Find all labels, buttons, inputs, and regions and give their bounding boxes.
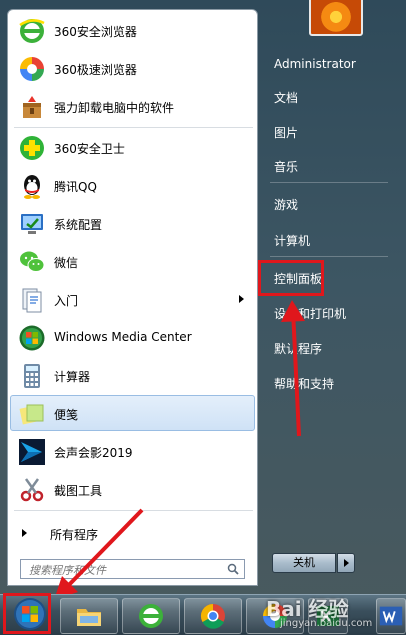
all-programs-label: 所有程序 (50, 528, 99, 542)
right-item-label: 默认程序 (274, 342, 323, 356)
menu-item-getting-started[interactable]: 入门 (10, 281, 255, 317)
menu-item-wechat[interactable]: 微信 (10, 243, 255, 279)
right-item-label: 图片 (274, 126, 299, 140)
menu-item-360-speed-browser[interactable]: 360极速浏览器 (10, 50, 255, 86)
submenu-arrow-icon[interactable] (239, 295, 244, 303)
expand-arrow-icon (22, 529, 27, 537)
search-icon (227, 563, 239, 575)
right-item-label: 音乐 (274, 160, 299, 174)
menu-item-label: 360极速浏览器 (54, 63, 137, 77)
menu-separator (14, 127, 253, 128)
file-explorer-icon (77, 609, 101, 626)
all-programs-button[interactable]: 所有程序 (10, 520, 255, 546)
watermark: Bai 经验 jingyan.baidu.com (266, 593, 372, 629)
menu-item-label: 入门 (54, 294, 79, 308)
right-item-devices-printers[interactable]: 设备和打印机 (262, 298, 392, 326)
right-item-pictures[interactable]: 图片 (262, 117, 392, 145)
right-item-label: 文档 (274, 91, 299, 105)
taskbar-file-explorer[interactable] (60, 598, 118, 634)
wechat-icon (17, 247, 47, 277)
right-item-music[interactable]: 音乐 (262, 151, 392, 179)
right-item-documents[interactable]: 文档 (262, 82, 392, 110)
chevron-right-icon (344, 559, 349, 567)
menu-item-label: 强力卸载电脑中的软件 (54, 101, 175, 115)
menu-item-label: 便笺 (54, 408, 79, 422)
menu-item-media-center[interactable]: Windows Media Center (10, 319, 255, 355)
menu-item-system-config[interactable]: 系统配置 (10, 205, 255, 241)
menu-item-snipping-tool[interactable]: 截图工具 (10, 471, 255, 507)
right-separator (270, 256, 388, 257)
shutdown-button[interactable]: 关机 (272, 553, 336, 573)
taskbar-chrome[interactable] (184, 598, 242, 634)
menu-item-label: 360安全浏览器 (54, 25, 137, 39)
user-name: Administrator (274, 57, 356, 71)
media-center-icon (17, 323, 47, 353)
snipping-tool-icon (17, 475, 47, 505)
right-item-default-programs[interactable]: 默认程序 (262, 333, 392, 361)
right-item-label: 计算机 (274, 234, 311, 248)
menu-item-video-editor[interactable]: 会声会影2019 (10, 433, 255, 469)
360-speed-browser-icon (17, 54, 47, 84)
user-name-link[interactable]: Administrator (262, 50, 392, 78)
menu-item-label: 会声会影2019 (54, 446, 133, 460)
annotation-highlight-box (258, 260, 324, 296)
right-item-games[interactable]: 游戏 (262, 189, 392, 217)
menu-item-label: 腾讯QQ (54, 180, 97, 194)
360-guard-icon (17, 133, 47, 163)
menu-item-360-guard[interactable]: 360安全卫士 (10, 129, 255, 165)
user-avatar[interactable] (309, 0, 363, 36)
shutdown-options-button[interactable] (337, 553, 355, 573)
menu-item-label: 计算器 (54, 370, 91, 384)
menu-item-qq[interactable]: 腾讯QQ (10, 167, 255, 203)
right-separator (270, 182, 388, 183)
menu-item-label: 微信 (54, 256, 79, 270)
qq-icon (17, 171, 47, 201)
360-browser-icon (139, 604, 163, 628)
menu-separator (14, 510, 253, 511)
menu-item-uninstaller[interactable]: 强力卸载电脑中的软件 (10, 88, 255, 124)
uninstaller-icon (17, 92, 47, 122)
right-item-label: 游戏 (274, 198, 299, 212)
watermark-subtext: jingyan.baidu.com (280, 618, 373, 629)
word-icon (379, 606, 403, 626)
taskbar-360-browser[interactable] (122, 598, 180, 634)
menu-item-label: 360安全卫士 (54, 142, 125, 156)
annotation-highlight-box (3, 593, 51, 634)
search-box[interactable] (20, 559, 245, 579)
right-item-label: 设备和打印机 (274, 307, 347, 321)
right-item-help-support[interactable]: 帮助和支持 (262, 368, 392, 396)
search-input[interactable] (27, 561, 226, 579)
system-config-icon (17, 209, 47, 239)
start-menu-left-panel: 360安全浏览器 360极速浏览器 强力卸载电脑中的软件 360安全卫士 腾讯Q… (7, 9, 258, 586)
getting-started-icon (17, 285, 47, 315)
menu-item-label: Windows Media Center (54, 330, 192, 344)
taskbar-word[interactable] (376, 598, 406, 634)
menu-item-sticky-notes[interactable]: 便笺 (10, 395, 255, 431)
calculator-icon (17, 361, 47, 391)
right-item-label: 帮助和支持 (274, 377, 335, 391)
right-item-computer[interactable]: 计算机 (262, 225, 392, 253)
chrome-icon (200, 603, 225, 629)
sticky-notes-icon (17, 399, 47, 429)
menu-item-360-browser[interactable]: 360安全浏览器 (10, 12, 255, 48)
360-browser-icon (17, 16, 47, 46)
menu-item-calculator[interactable]: 计算器 (10, 357, 255, 393)
video-editor-icon (17, 437, 47, 467)
menu-item-label: 截图工具 (54, 484, 103, 498)
menu-item-label: 系统配置 (54, 218, 103, 232)
